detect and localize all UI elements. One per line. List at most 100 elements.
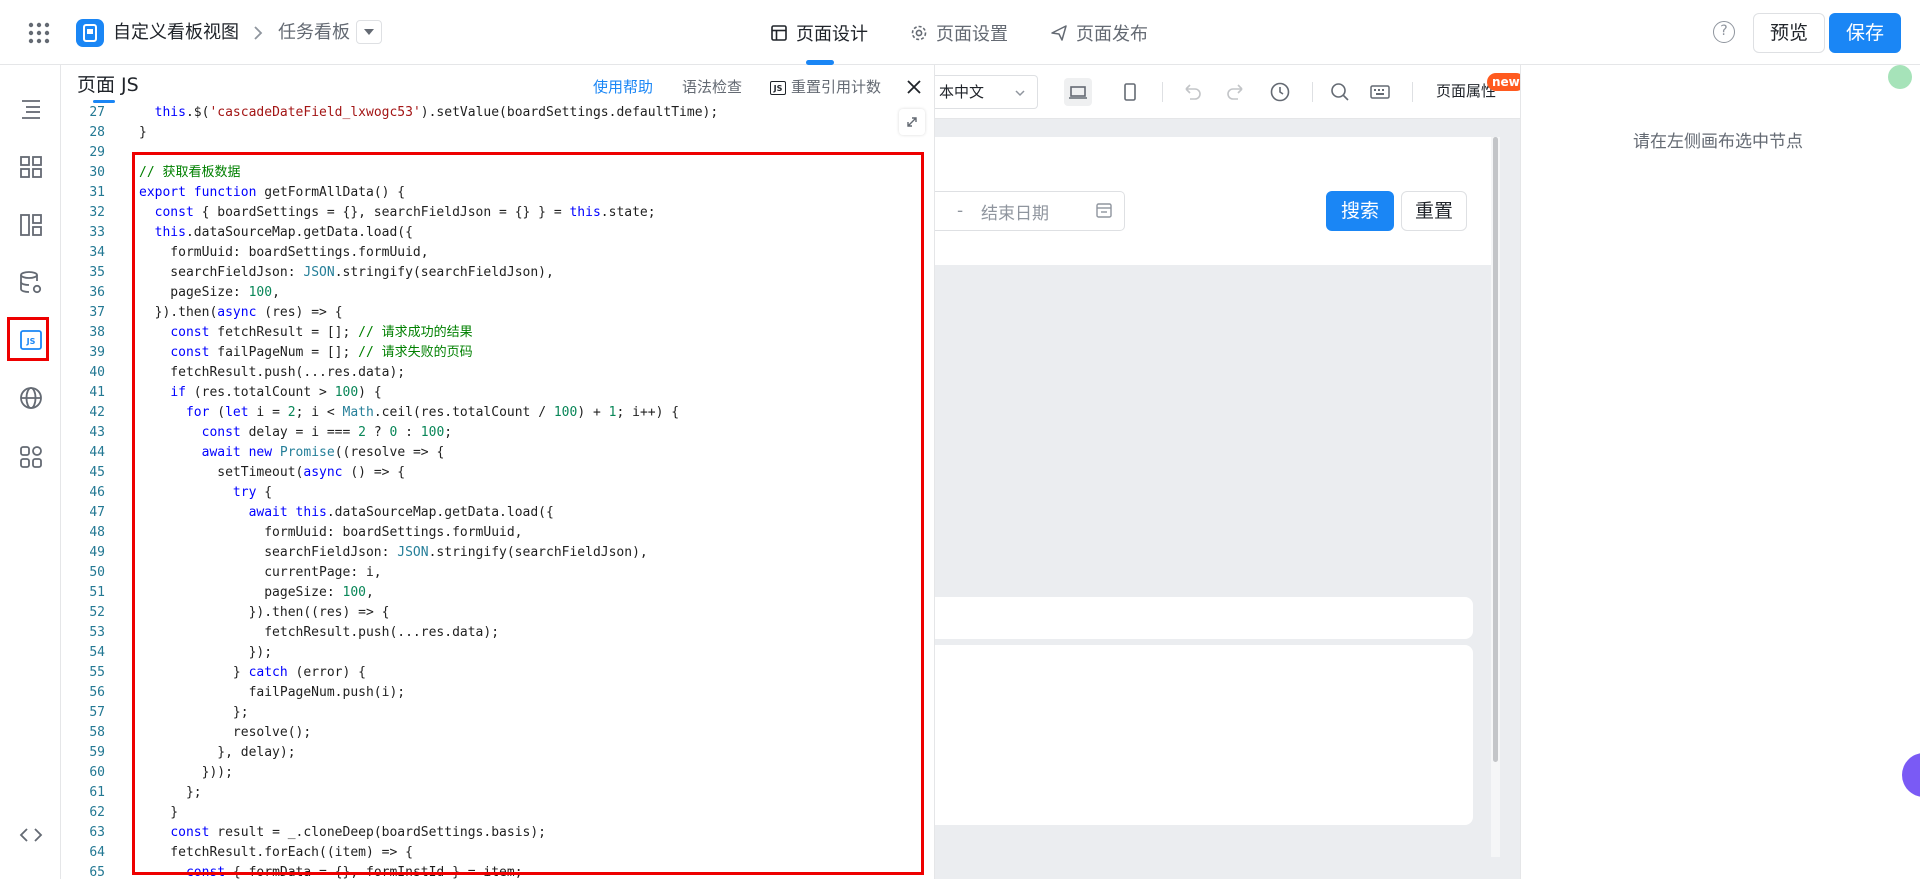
line-number: 48 <box>89 525 105 540</box>
line-number: 56 <box>89 685 105 700</box>
keyboard-icon[interactable] <box>1366 78 1394 106</box>
line-number: 30 <box>89 165 105 180</box>
line-number: 58 <box>89 725 105 740</box>
reset-button[interactable]: 重置 <box>1401 191 1467 231</box>
language-value: 本中文 <box>939 83 985 101</box>
datasource-icon[interactable] <box>18 270 44 296</box>
line-number: 59 <box>89 745 105 760</box>
code-icon[interactable] <box>18 822 44 848</box>
select-node-hint: 请在左侧画布选中节点 <box>1633 132 1803 152</box>
history-clock-icon[interactable] <box>1266 78 1294 106</box>
code-text: this.$('cascadeDateField_lxwogc53').setV… <box>154 105 719 120</box>
page-js-panel: 页面 JS 使用帮助 语法检查 JS 重置引用计数 27 this.$('casc… <box>61 65 935 879</box>
tab-page-design[interactable]: 页面设计 <box>770 20 868 46</box>
expand-icon <box>907 117 917 127</box>
tab-page-publish[interactable]: 页面发布 <box>1050 20 1148 46</box>
code-line[interactable]: 27 this.$('cascadeDateField_lxwogc53').s… <box>61 103 935 123</box>
line-number: 60 <box>89 765 105 780</box>
line-number: 53 <box>89 625 105 640</box>
line-number: 65 <box>89 865 105 879</box>
language-select[interactable]: 本中文 <box>935 75 1038 109</box>
globe-icon[interactable] <box>18 385 44 411</box>
code-text: } <box>139 125 147 140</box>
search-button[interactable]: 搜索 <box>1326 191 1394 231</box>
tab-page-settings[interactable]: 页面设置 <box>910 20 1008 46</box>
line-number: 49 <box>89 545 105 560</box>
apps-grid-icon[interactable] <box>27 21 51 45</box>
code-line[interactable]: 28} <box>61 123 935 143</box>
preview-button[interactable]: 预览 <box>1753 13 1825 53</box>
mobile-view-icon[interactable] <box>1116 78 1144 106</box>
reset-ref-count-button[interactable]: JS 重置引用计数 <box>770 77 881 97</box>
plugins-icon[interactable] <box>18 444 44 470</box>
tab-label: 页面发布 <box>1076 24 1148 45</box>
save-button[interactable]: 保存 <box>1829 13 1901 53</box>
caret-down-icon <box>364 29 374 35</box>
line-number: 62 <box>89 805 105 820</box>
line-number: 32 <box>89 205 105 220</box>
desktop-view-icon[interactable] <box>1064 78 1092 106</box>
components-icon[interactable] <box>18 154 44 180</box>
line-number: 37 <box>89 305 105 320</box>
canvas-card <box>935 645 1473 825</box>
toolbar-divider <box>1162 82 1163 102</box>
line-number: 29 <box>89 145 105 160</box>
line-number: 50 <box>89 565 105 580</box>
left-tool-rail <box>0 65 61 879</box>
toolbar-divider <box>1312 82 1313 102</box>
breadcrumb-app[interactable]: 自定义看板视图 <box>113 20 239 46</box>
tab-label: 页面设置 <box>936 24 1008 45</box>
line-number: 35 <box>89 265 105 280</box>
line-number: 39 <box>89 345 105 360</box>
line-number: 64 <box>89 845 105 860</box>
layout-icon <box>771 25 787 41</box>
line-number: 31 <box>89 185 105 200</box>
help-link[interactable]: 使用帮助 <box>593 77 653 97</box>
expand-editor-button[interactable] <box>899 109 925 135</box>
line-number: 46 <box>89 485 105 500</box>
reset-ref-count-label: 重置引用计数 <box>791 78 882 96</box>
js-file-icon: JS <box>770 80 786 95</box>
line-number: 28 <box>89 125 105 140</box>
line-number: 54 <box>89 645 105 660</box>
line-number: 47 <box>89 505 105 520</box>
line-number: 45 <box>89 465 105 480</box>
toolbar-divider <box>1412 82 1413 102</box>
js-icon[interactable]: JS <box>18 327 44 353</box>
line-number: 61 <box>89 785 105 800</box>
undo-icon[interactable] <box>1178 78 1206 106</box>
line-number: 38 <box>89 325 105 340</box>
lint-check-button[interactable]: 语法检查 <box>682 77 742 97</box>
line-number: 33 <box>89 225 105 240</box>
panel-title: 页面 JS <box>77 74 139 96</box>
line-number: 63 <box>89 825 105 840</box>
help-icon[interactable]: ? <box>1713 21 1735 43</box>
line-number: 52 <box>89 605 105 620</box>
top-header: 自定义看板视图 任务看板 页面设计 页面设置 页面发布 ? 预览 保存 <box>0 0 1920 65</box>
page-switch-dropdown[interactable] <box>356 20 382 44</box>
calendar-icon <box>1096 203 1112 218</box>
gear-icon <box>911 25 927 41</box>
breadcrumb-page[interactable]: 任务看板 <box>278 20 350 46</box>
end-date-placeholder: 结束日期 <box>981 204 1049 224</box>
chevron-right-icon <box>254 26 263 40</box>
chevron-down-icon <box>1015 90 1025 97</box>
date-range-separator: - <box>957 201 964 221</box>
app-logo-icon[interactable] <box>76 19 104 47</box>
js-icon-label: JS <box>26 337 36 346</box>
canvas-card <box>935 597 1473 639</box>
page-layout-icon[interactable] <box>18 212 44 238</box>
tab-label: 页面设计 <box>796 24 868 45</box>
canvas-scrollbar[interactable] <box>1493 137 1498 762</box>
send-icon <box>1051 25 1067 41</box>
line-number: 55 <box>89 665 105 680</box>
redo-icon[interactable] <box>1222 78 1250 106</box>
code-highlight-box <box>132 152 924 875</box>
status-dot <box>1888 65 1912 89</box>
search-icon[interactable] <box>1326 78 1354 106</box>
line-number: 41 <box>89 385 105 400</box>
outline-tree-icon[interactable] <box>18 96 44 122</box>
close-icon[interactable] <box>904 77 924 97</box>
line-number: 34 <box>89 245 105 260</box>
properties-panel <box>1520 65 1920 879</box>
